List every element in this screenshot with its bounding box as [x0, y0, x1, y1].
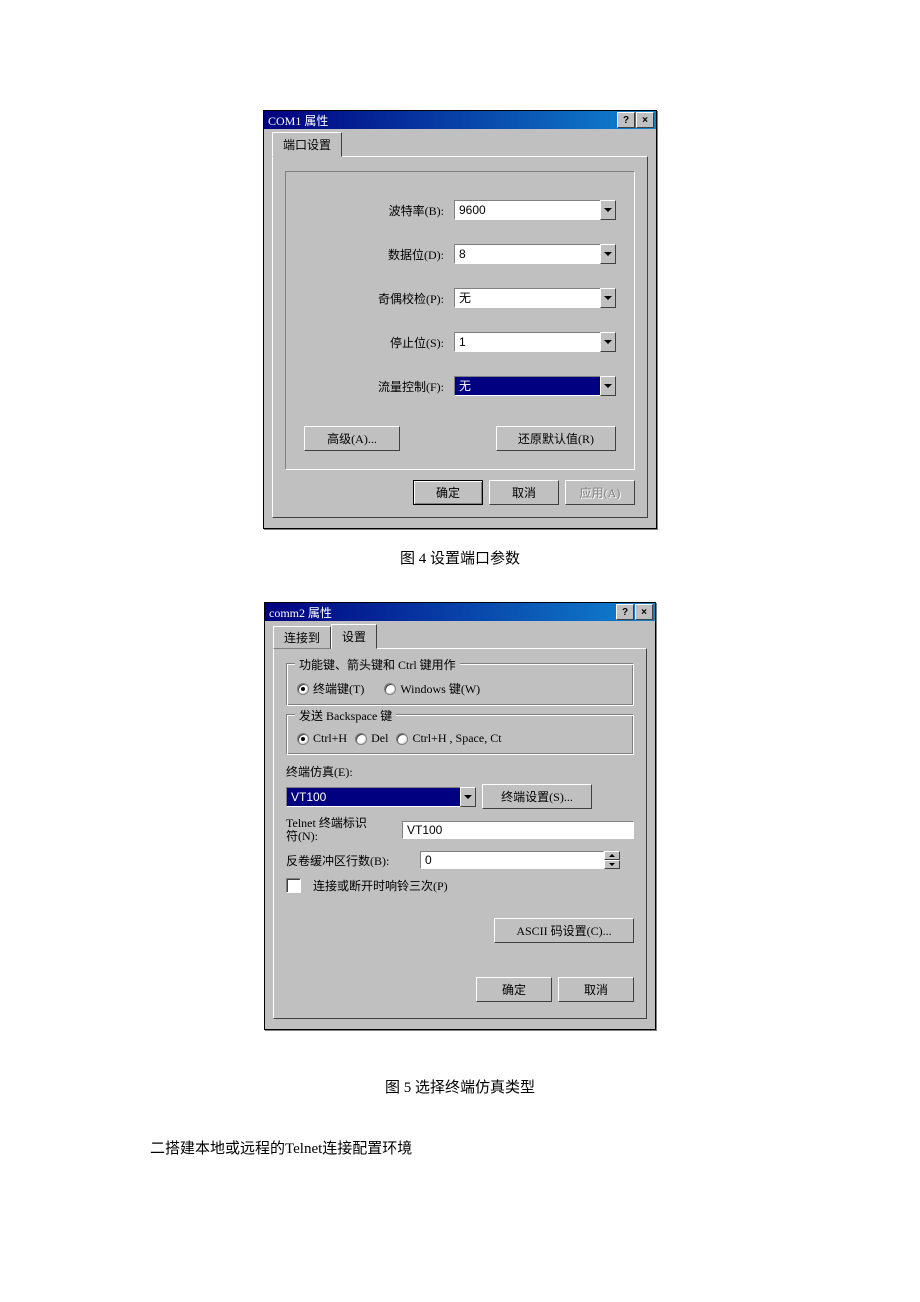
flowctrl-label: 流量控制(F): — [304, 378, 454, 395]
comm2-properties-dialog: comm2 属性 ? × 连接到 设置 功能键、箭头键和 Ctrl 键用作 终端… — [264, 602, 656, 1030]
group-legend: 功能键、箭头键和 Ctrl 键用作 — [295, 656, 460, 673]
function-keys-group: 功能键、箭头键和 Ctrl 键用作 终端键(T) Windows 键(W) — [286, 663, 634, 706]
cancel-button[interactable]: 取消 — [558, 977, 634, 1002]
chevron-down-icon[interactable] — [600, 288, 616, 308]
section-heading: 二搭建本地或远程的Telnet连接配置环境 — [150, 1137, 920, 1158]
flowctrl-value[interactable]: 无 — [454, 376, 600, 396]
chevron-down-icon[interactable] — [600, 376, 616, 396]
radio-icon — [355, 733, 367, 745]
restore-defaults-button[interactable]: 还原默认值(R) — [496, 426, 616, 451]
telnet-id-label-a: Telnet 终端标识 — [286, 816, 367, 830]
radio-icon — [297, 683, 309, 695]
radio-label: 终端键(T) — [313, 680, 364, 697]
radio-label: Windows 键(W) — [400, 680, 480, 697]
emulation-combo[interactable]: VT100 — [286, 787, 476, 807]
telnet-id-label-b: 符(N): — [286, 829, 318, 843]
help-icon[interactable]: ? — [616, 604, 634, 620]
stopbits-combo[interactable]: 1 — [454, 332, 616, 352]
databits-combo[interactable]: 8 — [454, 244, 616, 264]
telnet-id-input[interactable]: VT100 — [402, 821, 634, 839]
scrollback-value[interactable]: 0 — [420, 851, 604, 869]
tab-port-settings[interactable]: 端口设置 — [272, 132, 342, 157]
chevron-down-icon[interactable] — [600, 200, 616, 220]
spin-up-icon[interactable] — [604, 851, 620, 860]
close-icon[interactable]: × — [636, 112, 654, 128]
chevron-down-icon[interactable] — [460, 787, 476, 807]
backspace-group: 发送 Backspace 键 Ctrl+H Del Ctrl+H , Sp — [286, 714, 634, 755]
group-legend: 发送 Backspace 键 — [295, 707, 396, 724]
radio-ctrl-h[interactable]: Ctrl+H — [297, 731, 347, 746]
flowctrl-combo[interactable]: 无 — [454, 376, 616, 396]
window-title: comm2 属性 — [267, 604, 615, 621]
baud-combo[interactable]: 9600 — [454, 200, 616, 220]
window-title: COM1 属性 — [266, 112, 616, 129]
radio-label: Ctrl+H — [313, 731, 347, 746]
apply-button[interactable]: 应用(A) — [565, 480, 635, 505]
radio-label: Ctrl+H , Space, Ct — [412, 731, 501, 746]
advanced-button[interactable]: 高级(A)... — [304, 426, 400, 451]
chevron-down-icon[interactable] — [600, 332, 616, 352]
baud-label: 波特率(B): — [304, 202, 454, 219]
titlebar: comm2 属性 ? × — [265, 603, 655, 621]
baud-value[interactable]: 9600 — [454, 200, 600, 220]
chevron-down-icon[interactable] — [600, 244, 616, 264]
tab-settings[interactable]: 设置 — [331, 624, 377, 649]
radio-icon — [396, 733, 408, 745]
radio-terminal-keys[interactable]: 终端键(T) — [297, 680, 364, 697]
cancel-button[interactable]: 取消 — [489, 480, 559, 505]
radio-ctrl-h-space[interactable]: Ctrl+H , Space, Ct — [396, 731, 501, 746]
port-settings-panel: 波特率(B): 9600 数据位(D): 8 — [285, 171, 635, 470]
ok-button[interactable]: 确定 — [413, 480, 483, 505]
settings-panel: 功能键、箭头键和 Ctrl 键用作 终端键(T) Windows 键(W) 发 — [273, 648, 647, 1019]
scrollback-label: 反卷缓冲区行数(B): — [286, 852, 414, 869]
tab-connect-to[interactable]: 连接到 — [273, 626, 331, 649]
radio-windows-keys[interactable]: Windows 键(W) — [384, 680, 480, 697]
radio-icon — [297, 733, 309, 745]
parity-combo[interactable]: 无 — [454, 288, 616, 308]
radio-icon — [384, 683, 396, 695]
titlebar: COM1 属性 ? × — [264, 111, 656, 129]
databits-value[interactable]: 8 — [454, 244, 600, 264]
emulation-value[interactable]: VT100 — [286, 787, 460, 807]
ring-checkbox[interactable] — [286, 878, 301, 893]
terminal-settings-button[interactable]: 终端设置(S)... — [482, 784, 592, 809]
ring-label: 连接或断开时响铃三次(P) — [313, 877, 448, 894]
parity-value[interactable]: 无 — [454, 288, 600, 308]
databits-label: 数据位(D): — [304, 246, 454, 263]
figure-caption-5: 图 5 选择终端仿真类型 — [0, 1076, 920, 1097]
scrollback-stepper[interactable]: 0 — [420, 851, 620, 869]
stopbits-label: 停止位(S): — [304, 334, 454, 351]
ok-button[interactable]: 确定 — [476, 977, 552, 1002]
help-icon[interactable]: ? — [617, 112, 635, 128]
ascii-settings-button[interactable]: ASCII 码设置(C)... — [494, 918, 634, 943]
com1-properties-dialog: COM1 属性 ? × 端口设置 波特率(B): 9600 — [263, 110, 657, 529]
spin-down-icon[interactable] — [604, 860, 620, 869]
emulation-label: 终端仿真(E): — [286, 763, 634, 780]
tab-panel: 波特率(B): 9600 数据位(D): 8 — [272, 156, 648, 518]
parity-label: 奇偶校检(P): — [304, 290, 454, 307]
close-icon[interactable]: × — [635, 604, 653, 620]
figure-caption-4: 图 4 设置端口参数 — [0, 547, 920, 568]
radio-del[interactable]: Del — [355, 731, 388, 746]
stopbits-value[interactable]: 1 — [454, 332, 600, 352]
radio-label: Del — [371, 731, 388, 746]
